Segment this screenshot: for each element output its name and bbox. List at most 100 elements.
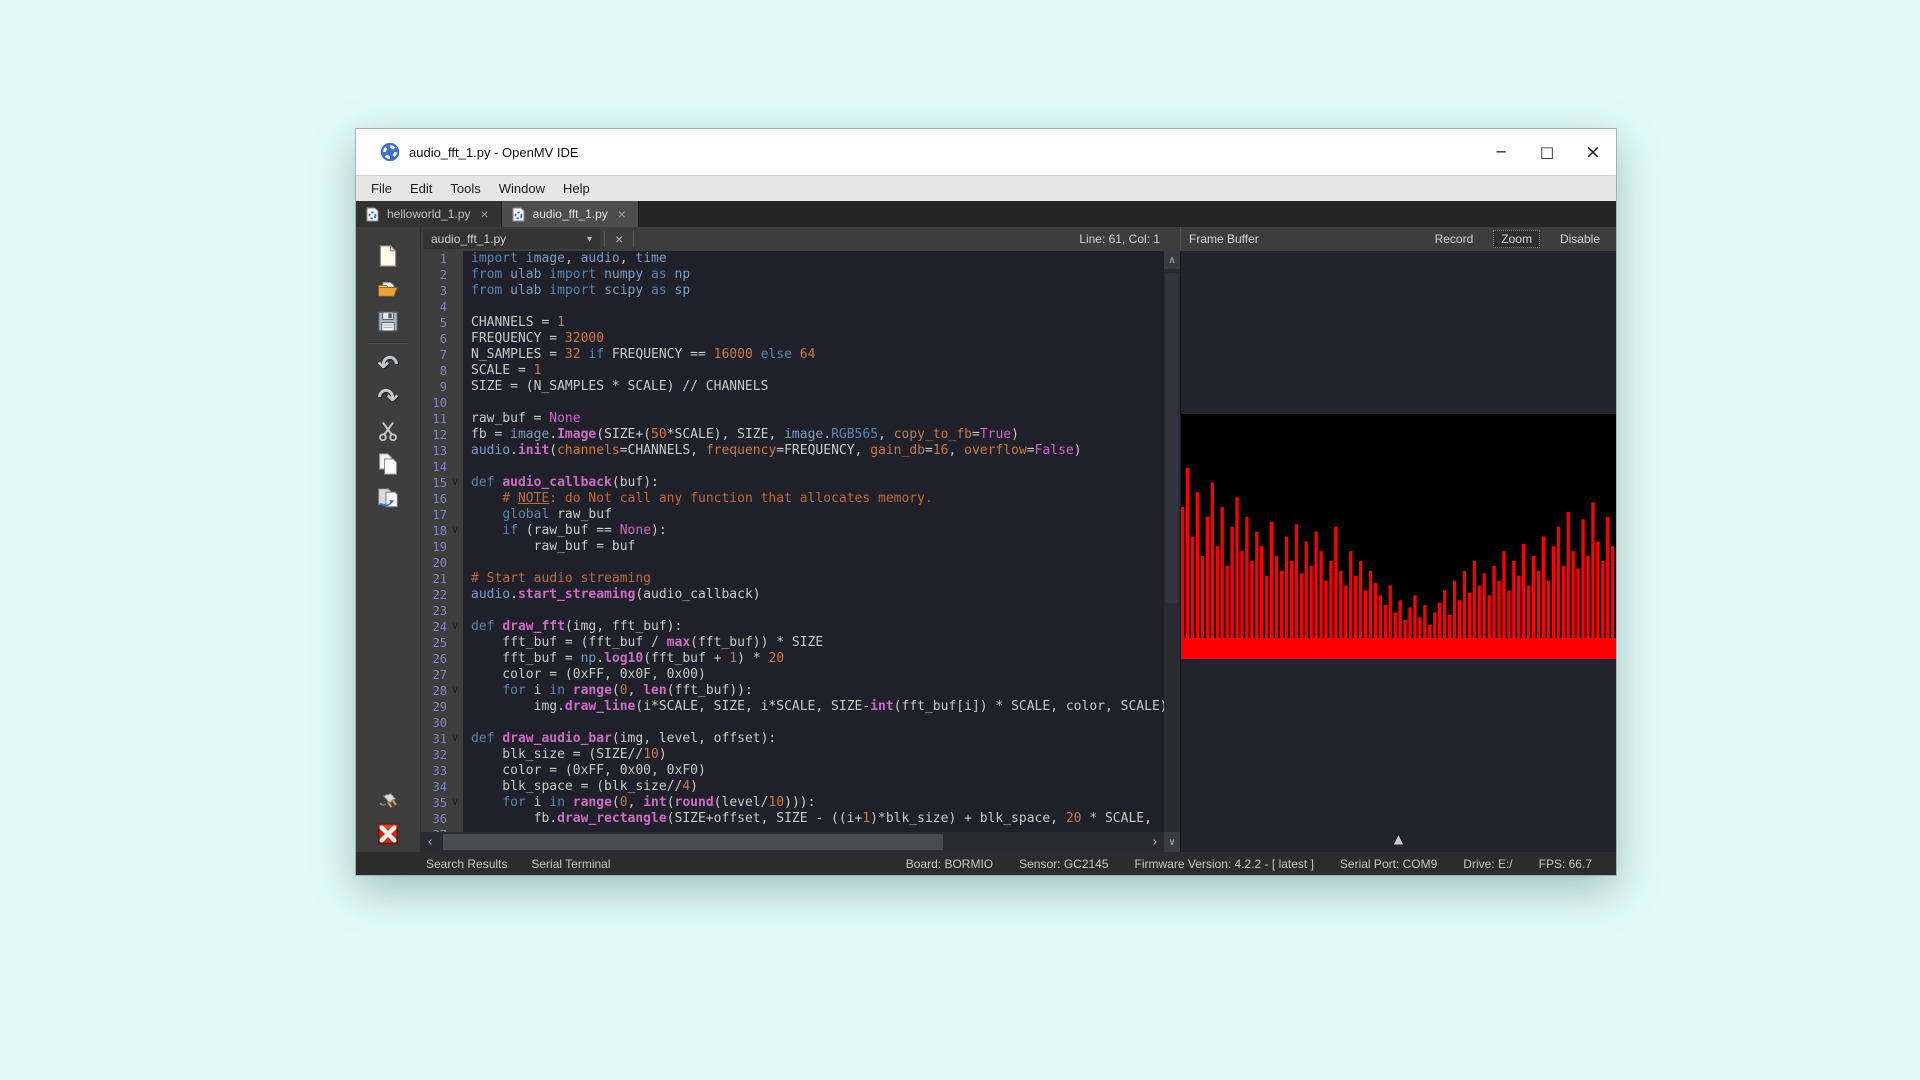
code-line: 29 img.draw_line(i*SCALE, SIZE, i*SCALE,…	[421, 699, 1164, 715]
code-line: 27 color = (0xFF, 0x0F, 0x00)	[421, 667, 1164, 683]
fold-chevron-icon[interactable]: ∨	[447, 619, 463, 635]
code-line: 15∨def audio_callback(buf):	[421, 475, 1164, 491]
left-toolbar: ↶ ↷	[356, 227, 421, 852]
close-file-icon[interactable]: ×	[609, 231, 629, 247]
disable-button[interactable]: Disable	[1552, 230, 1608, 248]
copy-icon	[377, 450, 399, 478]
code-line: 3from ulab import scipy as sp	[421, 283, 1164, 299]
tab-close-icon[interactable]: ×	[616, 206, 628, 222]
vertical-scroll-track[interactable]	[1164, 269, 1180, 832]
tab-audio-fft[interactable]: audio_fft_1.py ×	[502, 201, 639, 227]
toolbar-bottom-group	[356, 784, 420, 850]
new-file-button[interactable]	[371, 239, 405, 272]
python-file-icon	[366, 207, 379, 222]
menu-edit[interactable]: Edit	[401, 176, 441, 201]
code-line: 4	[421, 299, 1164, 315]
red-x-icon	[377, 820, 399, 848]
paste-button[interactable]	[371, 480, 405, 513]
code-line: 5CHANNELS = 1	[421, 315, 1164, 331]
fps-status: FPS: 66.7	[1539, 857, 1592, 871]
code-line: 11raw_buf = None	[421, 411, 1164, 427]
fold-chevron-icon[interactable]: ∨	[447, 683, 463, 699]
fft-spectrum-image	[1181, 414, 1616, 659]
vertical-scrollbar[interactable]: ∧	[1164, 251, 1180, 832]
horizontal-scrollbar[interactable]: ‹ › ∨	[421, 832, 1180, 852]
maximize-button[interactable]: □	[1524, 129, 1570, 175]
save-icon	[377, 308, 399, 335]
code-line: 23	[421, 603, 1164, 619]
tab-close-icon[interactable]: ×	[478, 206, 490, 222]
fold-chevron-icon[interactable]: ∨	[447, 475, 463, 491]
divider	[604, 231, 605, 247]
save-file-button[interactable]	[371, 305, 405, 338]
undo-button[interactable]: ↶	[371, 348, 405, 381]
menu-help[interactable]: Help	[554, 176, 599, 201]
serial-port-status: Serial Port: COM9	[1340, 857, 1437, 871]
undo-icon: ↶	[378, 352, 399, 377]
editor-header: audio_fft_1.py ▾ × Line: 61, Col: 1	[421, 227, 1180, 251]
title-bar: audio_fft_1.py - OpenMV IDE ─ □ ×	[356, 129, 1616, 175]
code-line: 13audio.init(channels=CHANNELS, frequenc…	[421, 443, 1164, 459]
scroll-down-icon[interactable]: ∨	[1164, 832, 1180, 852]
toolbar-separator	[368, 342, 408, 344]
editor-column: audio_fft_1.py ▾ × Line: 61, Col: 1 1imp…	[421, 227, 1180, 852]
openmv-ide-window: audio_fft_1.py - OpenMV IDE ─ □ × File E…	[356, 129, 1616, 875]
desktop: audio_fft_1.py - OpenMV IDE ─ □ × File E…	[0, 0, 1920, 1080]
horizontal-scroll-track[interactable]	[439, 832, 1146, 852]
redo-button[interactable]: ↷	[371, 381, 405, 414]
code-line: 26 fft_buf = np.log10(fft_buf + 1) * 20	[421, 651, 1164, 667]
record-button[interactable]: Record	[1427, 230, 1482, 248]
code-line: 12fb = image.Image(SIZE+(50*SCALE), SIZE…	[421, 427, 1164, 443]
connect-button[interactable]	[371, 784, 405, 817]
main-area: ↶ ↷	[356, 227, 1616, 852]
fold-chevron-icon[interactable]: ∨	[447, 523, 463, 539]
menu-window[interactable]: Window	[490, 176, 554, 201]
close-button[interactable]: ×	[1570, 129, 1616, 175]
code-editor[interactable]: 1import image, audio, time2from ulab imp…	[421, 251, 1180, 832]
plug-icon	[377, 788, 399, 814]
menu-tools[interactable]: Tools	[441, 176, 489, 201]
paste-icon	[377, 483, 399, 511]
scroll-up-icon[interactable]: ∧	[1164, 251, 1180, 269]
cursor-position: Line: 61, Col: 1	[1079, 232, 1160, 246]
vertical-scroll-thumb[interactable]	[1166, 273, 1178, 603]
fold-chevron-icon[interactable]: ∨	[447, 795, 463, 811]
minimize-button[interactable]: ─	[1478, 129, 1524, 175]
scroll-left-icon[interactable]: ‹	[421, 832, 439, 852]
redo-icon: ↷	[378, 385, 399, 410]
status-bar-right: Board: BORMIO Sensor: GC2145 Firmware Ve…	[906, 857, 1592, 871]
zoom-button[interactable]: Zoom	[1493, 230, 1540, 248]
new-file-icon	[377, 242, 399, 270]
firmware-status: Firmware Version: 4.2.2 - [ latest ]	[1135, 857, 1314, 871]
open-file-button[interactable]	[371, 272, 405, 305]
code-line: 6FREQUENCY = 32000	[421, 331, 1164, 347]
code-line: 1import image, audio, time	[421, 251, 1164, 267]
code-line: 10	[421, 395, 1164, 411]
chevron-down-icon[interactable]: ▾	[579, 229, 600, 249]
fold-chevron-icon[interactable]: ∨	[447, 731, 463, 747]
code-line: 19 raw_buf = buf	[421, 539, 1164, 555]
expand-panel-icon[interactable]: ▲	[1394, 832, 1403, 846]
sensor-status: Sensor: GC2145	[1019, 857, 1108, 871]
code-line: 33 color = (0xFF, 0x00, 0xF0)	[421, 763, 1164, 779]
disconnect-button[interactable]	[371, 817, 405, 850]
menu-file[interactable]: File	[362, 176, 401, 201]
file-selector[interactable]: audio_fft_1.py ▾	[423, 229, 600, 249]
code-line: 20	[421, 555, 1164, 571]
serial-terminal-button[interactable]: Serial Terminal	[531, 857, 610, 871]
status-bar: Search Results Serial Terminal Board: BO…	[356, 852, 1616, 875]
scroll-right-icon[interactable]: ›	[1146, 832, 1164, 852]
code-line: 17 global raw_buf	[421, 507, 1164, 523]
status-bar-left: Search Results Serial Terminal	[426, 857, 611, 871]
copy-button[interactable]	[371, 447, 405, 480]
tab-helloworld[interactable]: helloworld_1.py ×	[356, 201, 502, 227]
search-results-button[interactable]: Search Results	[426, 857, 507, 871]
code-line: 30	[421, 715, 1164, 731]
python-file-icon	[512, 207, 525, 222]
horizontal-scroll-thumb[interactable]	[443, 834, 943, 850]
menu-bar: File Edit Tools Window Help	[356, 175, 1616, 201]
code-line: 25 fft_buf = (fft_buf / max(fft_buf)) * …	[421, 635, 1164, 651]
code-lines: 1import image, audio, time2from ulab imp…	[421, 251, 1164, 832]
frame-buffer-view: ▲	[1180, 251, 1616, 852]
cut-button[interactable]	[371, 414, 405, 447]
